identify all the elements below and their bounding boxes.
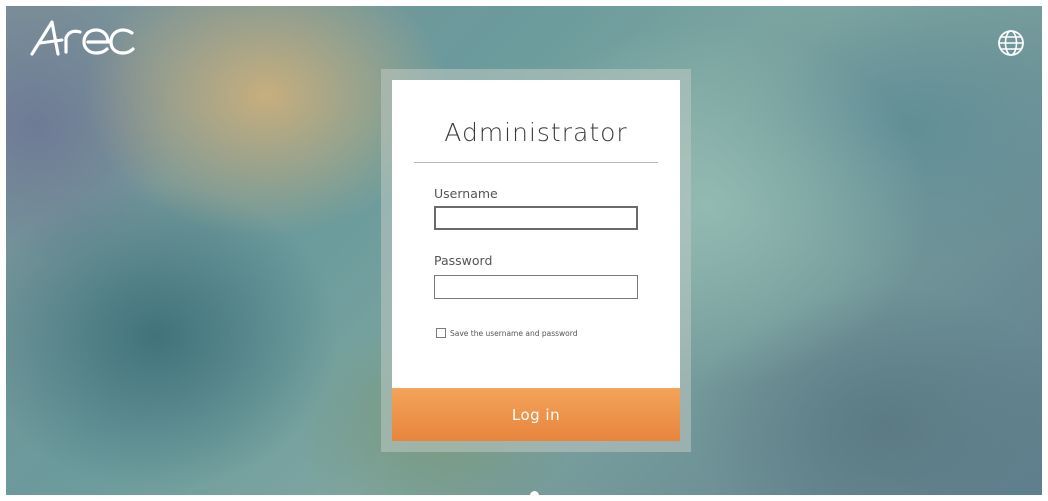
remember-checkbox[interactable] bbox=[436, 328, 446, 338]
username-input[interactable] bbox=[434, 206, 638, 230]
arec-logo-mark bbox=[30, 20, 135, 56]
login-card-frame: Administrator Username Password Save the… bbox=[381, 69, 691, 452]
password-label: Password bbox=[434, 253, 493, 268]
login-screen: Administrator Username Password Save the… bbox=[0, 0, 1048, 501]
pager-dot[interactable] bbox=[530, 491, 539, 495]
remember-credentials[interactable]: Save the username and password bbox=[436, 326, 577, 340]
password-input[interactable] bbox=[434, 275, 638, 299]
title-divider bbox=[414, 162, 658, 163]
globe-icon bbox=[998, 30, 1024, 56]
login-title: Administrator bbox=[444, 118, 628, 147]
login-button[interactable]: Log in bbox=[392, 388, 680, 441]
arec-logo bbox=[28, 16, 168, 58]
remember-label: Save the username and password bbox=[450, 328, 578, 338]
username-label: Username bbox=[434, 186, 498, 201]
login-card: Administrator Username Password Save the… bbox=[392, 80, 680, 441]
language-globe-icon[interactable] bbox=[996, 28, 1026, 58]
